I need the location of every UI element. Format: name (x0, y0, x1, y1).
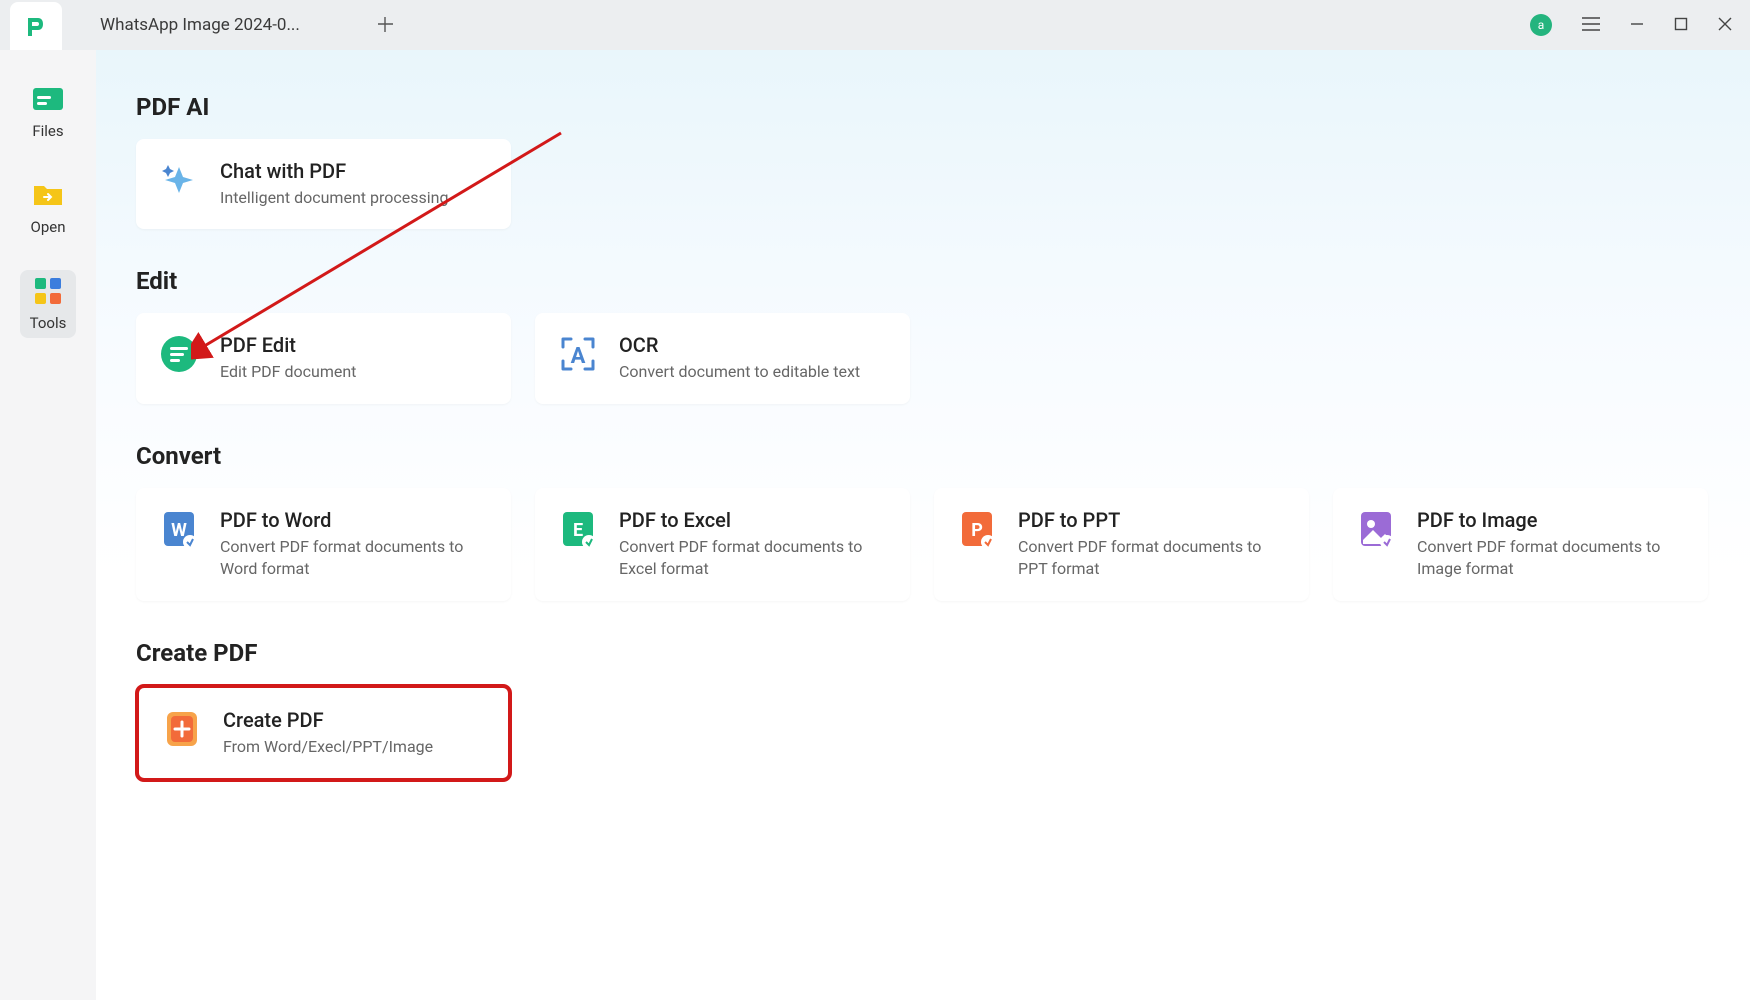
maximize-icon (1674, 17, 1688, 31)
ocr-icon: A (557, 333, 599, 375)
close-button[interactable] (1718, 16, 1732, 35)
plus-icon (378, 17, 393, 32)
card-desc: Edit PDF document (220, 361, 356, 383)
maximize-button[interactable] (1674, 16, 1688, 35)
word-doc-icon: W (158, 508, 200, 550)
app-logo-tab[interactable] (10, 2, 62, 50)
card-create-pdf[interactable]: Create PDF From Word/Execl/PPT/Image (136, 685, 511, 781)
card-chat-with-pdf[interactable]: Chat with PDF Intelligent document proce… (136, 139, 511, 229)
sidebar-item-open[interactable]: Open (21, 174, 76, 242)
card-title: Create PDF (223, 708, 433, 732)
svg-text:P: P (971, 520, 983, 541)
new-tab-button[interactable] (370, 9, 401, 41)
card-desc: Convert PDF format documents to Image fo… (1417, 536, 1688, 581)
sidebar: Files Open Tools (0, 50, 96, 1000)
sidebar-tools-label: Tools (30, 314, 67, 332)
document-tab[interactable]: WhatsApp Image 2024-0... (90, 0, 310, 50)
card-desc: Intelligent document processing (220, 187, 448, 209)
svg-text:A: A (571, 344, 586, 369)
menu-button[interactable] (1582, 16, 1600, 35)
open-folder-icon (31, 180, 65, 210)
card-desc: From Word/Execl/PPT/Image (223, 736, 433, 758)
section-title-edit: Edit (136, 267, 1750, 295)
card-pdf-to-ppt[interactable]: P PDF to PPT Convert PDF format document… (934, 488, 1309, 601)
excel-doc-icon: E (557, 508, 599, 550)
card-title: PDF to Image (1417, 508, 1688, 532)
sidebar-item-files[interactable]: Files (21, 78, 75, 146)
titlebar: WhatsApp Image 2024-0... a (0, 0, 1750, 50)
app-logo-icon (23, 13, 49, 39)
sidebar-open-label: Open (31, 218, 66, 236)
card-pdf-to-word[interactable]: W PDF to Word Convert PDF format documen… (136, 488, 511, 601)
sidebar-item-tools[interactable]: Tools (20, 270, 77, 338)
image-doc-icon (1355, 508, 1397, 550)
user-avatar[interactable]: a (1530, 14, 1552, 36)
sidebar-files-label: Files (32, 122, 63, 140)
minimize-button[interactable] (1630, 16, 1644, 35)
card-title: PDF to PPT (1018, 508, 1289, 532)
main-content: PDF AI Chat with PDF Intelligent documen… (96, 50, 1750, 1000)
card-title: PDF Edit (220, 333, 356, 357)
card-desc: Convert PDF format documents to Excel fo… (619, 536, 890, 581)
card-desc: Convert PDF format documents to Word for… (220, 536, 491, 581)
card-desc: Convert document to editable text (619, 361, 860, 383)
section-title-pdf-ai: PDF AI (136, 93, 1750, 121)
files-icon (31, 84, 65, 114)
card-pdf-edit[interactable]: PDF Edit Edit PDF document (136, 313, 511, 403)
card-pdf-to-excel[interactable]: E PDF to Excel Convert PDF format docume… (535, 488, 910, 601)
sparkle-ai-icon (158, 159, 200, 201)
card-title: OCR (619, 333, 860, 357)
section-title-create-pdf: Create PDF (136, 639, 1750, 667)
card-title: PDF to Excel (619, 508, 890, 532)
card-ocr[interactable]: A OCR Convert document to editable text (535, 313, 910, 403)
ppt-doc-icon: P (956, 508, 998, 550)
svg-text:E: E (573, 520, 583, 541)
card-title: PDF to Word (220, 508, 491, 532)
create-pdf-icon (161, 708, 203, 750)
close-icon (1718, 17, 1732, 31)
minimize-icon (1630, 17, 1644, 31)
card-desc: Convert PDF format documents to PPT form… (1018, 536, 1289, 581)
card-title: Chat with PDF (220, 159, 448, 183)
pdf-edit-icon (158, 333, 200, 375)
section-title-convert: Convert (136, 442, 1750, 470)
tools-grid-icon (33, 276, 63, 306)
card-pdf-to-image[interactable]: PDF to Image Convert PDF format document… (1333, 488, 1708, 601)
hamburger-icon (1582, 17, 1600, 31)
